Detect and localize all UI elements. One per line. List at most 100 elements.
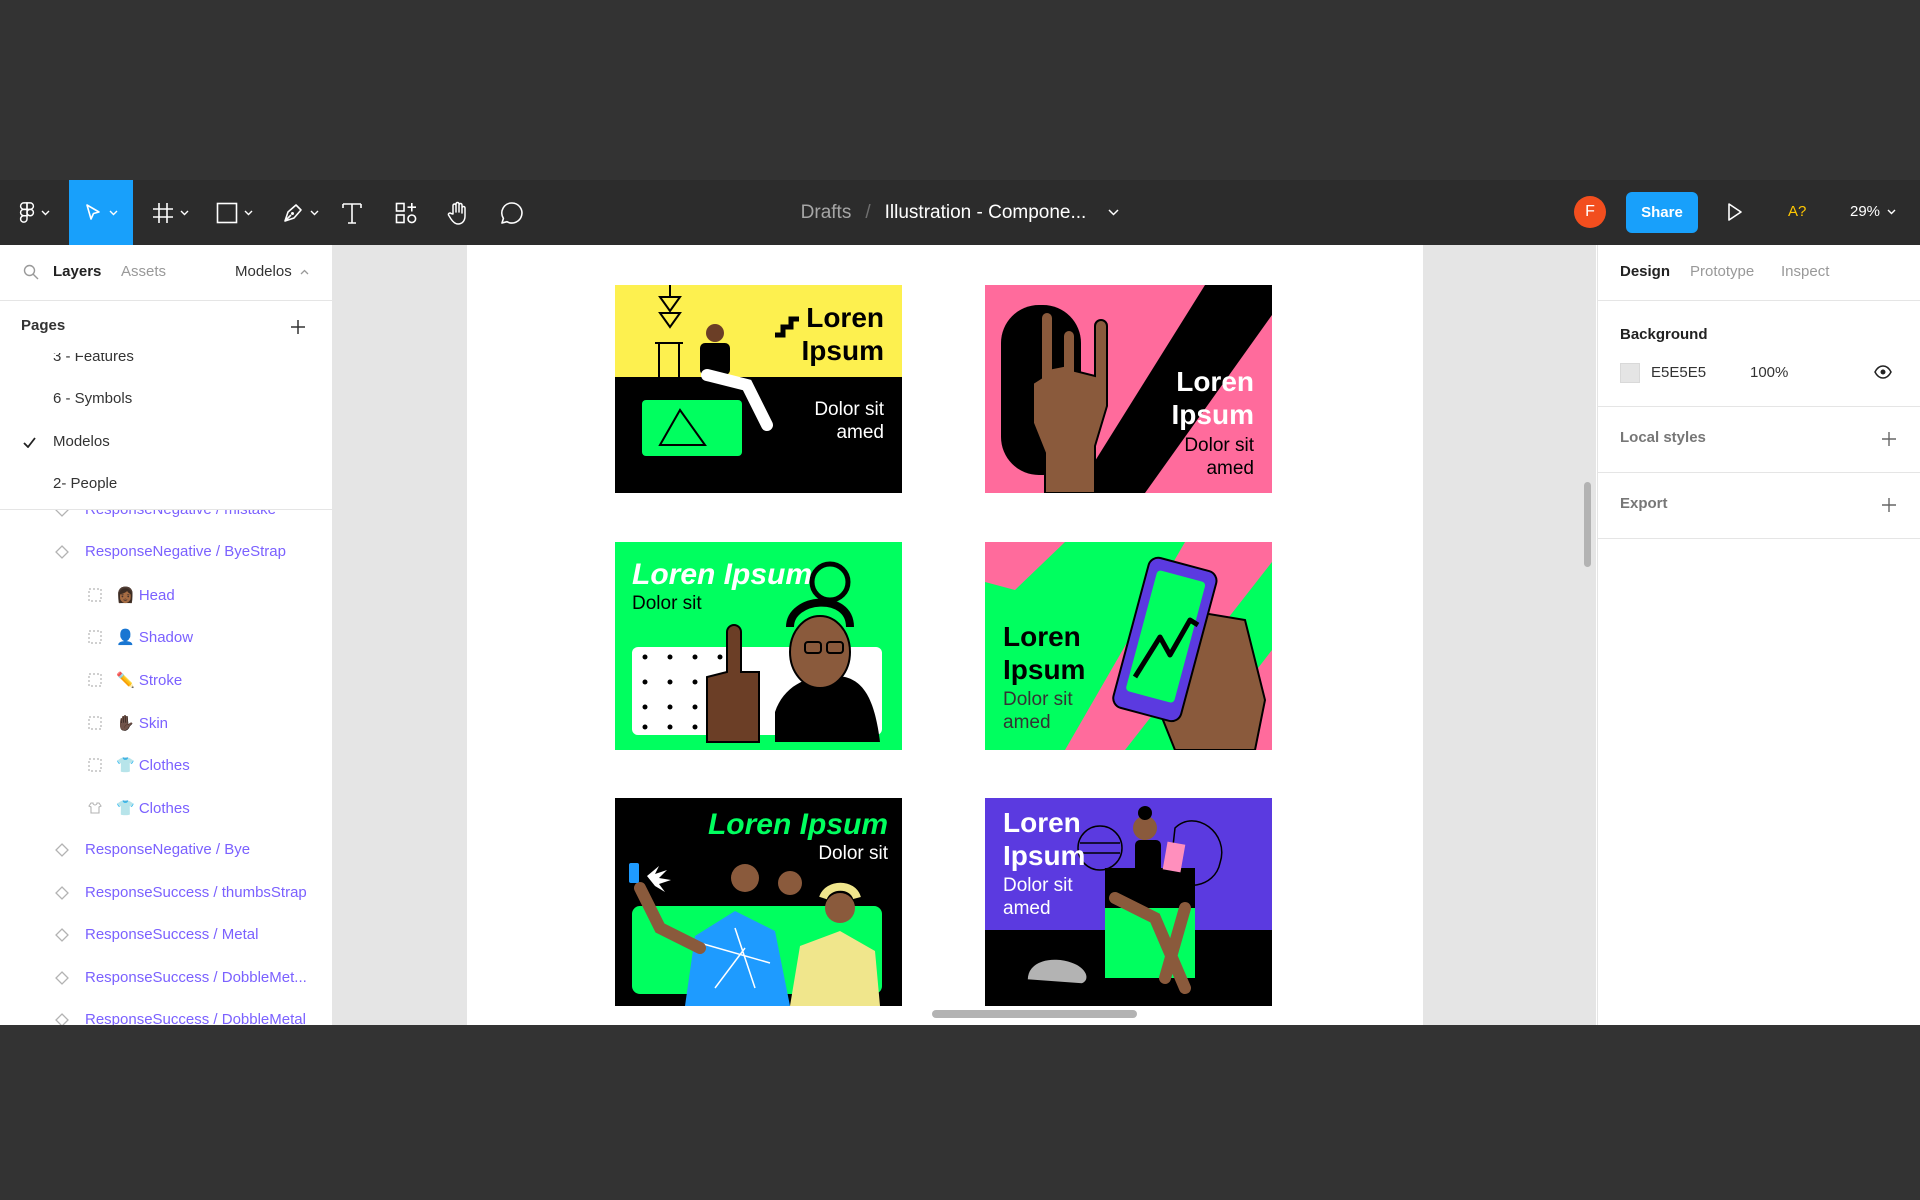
eye-icon[interactable] <box>1874 365 1892 379</box>
layer-label: ResponseNegative / Bye <box>85 841 251 858</box>
left-panel: Layers Assets Modelos Pages 3 - Features… <box>0 245 333 1025</box>
tab-assets[interactable]: Assets <box>121 263 166 280</box>
search-icon[interactable] <box>23 264 39 280</box>
card-subtitle: Dolor sit <box>632 593 702 614</box>
chevron-up-icon[interactable] <box>300 269 309 275</box>
page-item-people[interactable]: 2- People <box>53 475 117 492</box>
local-styles-section: Local styles <box>1598 407 1920 473</box>
layer-label: ✋🏿 Skin <box>116 715 169 732</box>
tab-layers[interactable]: Layers <box>53 263 101 280</box>
tab-design[interactable]: Design <box>1620 263 1670 280</box>
card-workspace[interactable]: Loren Ipsum Dolor sit amed <box>615 285 902 493</box>
current-page-selector[interactable]: Modelos <box>235 263 292 280</box>
card-subtitle: Dolor sit amed <box>1003 875 1073 919</box>
shape-tool-button[interactable] <box>204 180 264 245</box>
layer-row[interactable]: ✋🏿 Skin <box>0 703 332 743</box>
hand-tool-button[interactable] <box>440 180 476 245</box>
component-set-icon <box>55 886 69 900</box>
layer-row[interactable]: ResponseSuccess / Metal <box>0 915 332 955</box>
zoom-menu[interactable]: 29% <box>1850 200 1896 224</box>
add-style-icon[interactable] <box>1881 431 1897 447</box>
chevron-down-icon <box>180 210 188 215</box>
pages-list: 3 - Features 6 - Symbols Modelos 2- Peop… <box>0 353 332 510</box>
layer-row[interactable]: 👕 Clothes <box>0 788 332 828</box>
share-button[interactable]: Share <box>1626 192 1698 233</box>
pages-title: Pages <box>21 317 66 334</box>
breadcrumb-drafts[interactable]: Drafts <box>801 202 852 224</box>
variant-icon <box>88 630 102 644</box>
add-export-icon[interactable] <box>1881 497 1897 513</box>
layer-label: ResponseNegative / mistake <box>85 510 276 518</box>
layer-row[interactable]: 👩🏾 Head <box>0 575 332 615</box>
pen-icon <box>283 203 302 222</box>
text-tool-button[interactable] <box>334 180 370 245</box>
page-item-features[interactable]: 3 - Features <box>53 353 134 365</box>
card-selfie-group[interactable]: Loren Ipsum Dolor sit <box>615 798 902 1006</box>
user-avatar[interactable]: F <box>1574 196 1606 228</box>
card-phone-growth[interactable]: Loren Ipsum Dolor sit amed <box>985 542 1272 750</box>
vertical-scrollbar[interactable] <box>1584 482 1591 567</box>
comment-tool-button[interactable] <box>492 180 532 245</box>
layer-row[interactable]: ✏️ Stroke <box>0 660 332 700</box>
layer-row[interactable]: 👤 Shadow <box>0 617 332 657</box>
layer-row[interactable]: ResponseSuccess / thumbsStrap <box>0 873 332 913</box>
figma-logo-icon <box>19 201 34 223</box>
add-page-icon[interactable] <box>290 319 306 335</box>
frame-tool-button[interactable] <box>140 180 200 245</box>
background-hex-input[interactable]: E5E5E5 <box>1651 364 1706 381</box>
layer-row[interactable]: ResponseNegative / mistake <box>0 510 332 530</box>
pages-header: Pages <box>0 301 332 353</box>
card-subtitle: Dolor sit amed <box>814 399 884 443</box>
variant-icon <box>88 716 102 730</box>
chevron-down-icon <box>244 210 252 215</box>
layer-label: ResponseSuccess / Metal <box>85 926 259 943</box>
layers-list: ResponseNegative / mistake ResponseNegat… <box>0 510 332 1025</box>
background-opacity-input[interactable]: 100% <box>1750 364 1788 381</box>
layer-row[interactable]: ResponseSuccess / DobbleMet... <box>0 958 332 998</box>
card-title: Loren Ipsum <box>632 558 813 591</box>
export-section: Export <box>1598 473 1920 539</box>
move-tool-button[interactable] <box>69 180 133 245</box>
layer-row[interactable]: ResponseNegative / Bye <box>0 830 332 870</box>
card-thumbs-up[interactable]: Loren Ipsum Dolor sit <box>615 542 902 750</box>
variant-icon <box>88 673 102 687</box>
layer-label: 👕 Clothes <box>116 757 190 774</box>
variant-icon <box>88 758 102 772</box>
layer-label: 👩🏾 Head <box>116 587 175 604</box>
layer-row[interactable]: ResponseNegative / ByeStrap <box>0 532 332 572</box>
card-title: Loren Ipsum <box>801 302 884 366</box>
background-title: Background <box>1620 326 1708 343</box>
accessibility-check[interactable]: A? <box>1788 200 1806 224</box>
layer-row[interactable]: 👕 Clothes <box>0 745 332 785</box>
page-item-symbols[interactable]: 6 - Symbols <box>53 390 132 407</box>
hash-frame-icon <box>152 202 173 223</box>
chevron-down-icon <box>1108 209 1119 216</box>
page-item-modelos[interactable]: Modelos <box>53 433 110 450</box>
card-reading[interactable]: Loren Ipsum Dolor sit amed <box>985 798 1272 1006</box>
export-title: Export <box>1620 495 1668 512</box>
right-panel: Design Prototype Inspect Background E5E5… <box>1597 245 1920 1025</box>
card-title: Loren Ipsum <box>707 808 888 841</box>
canvas[interactable]: Loren Ipsum Dolor sit amed Loren Ipsum D… <box>333 245 1596 1025</box>
pen-tool-button[interactable] <box>268 180 332 245</box>
figma-window: Drafts / Illustration - Compone... F Sha… <box>0 180 1920 1025</box>
horizontal-scrollbar[interactable] <box>932 1010 1137 1018</box>
chevron-down-icon <box>109 210 117 215</box>
file-menu-chevron[interactable] <box>1108 209 1119 216</box>
card-title: Loren Ipsum <box>1003 807 1086 871</box>
background-color-swatch[interactable] <box>1620 363 1640 383</box>
layer-label: ResponseSuccess / DobbleMetal <box>85 1011 306 1025</box>
resources-tool-button[interactable] <box>386 180 426 245</box>
card-rock-hand[interactable]: Loren Ipsum Dolor sit amed <box>985 285 1272 493</box>
layer-row[interactable]: ResponseSuccess / DobbleMetal <box>0 1000 332 1025</box>
card-subtitle: Dolor sit amed <box>1184 435 1254 479</box>
layer-label: ResponseNegative / ByeStrap <box>85 543 286 560</box>
layer-label: ResponseSuccess / DobbleMet... <box>85 969 307 986</box>
tab-inspect[interactable]: Inspect <box>1781 263 1829 280</box>
main-menu-button[interactable] <box>0 180 68 245</box>
tab-prototype[interactable]: Prototype <box>1690 263 1754 280</box>
chevron-down-icon <box>41 210 49 215</box>
file-name[interactable]: Illustration - Compone... <box>885 202 1087 224</box>
present-button[interactable] <box>1726 200 1744 229</box>
modelos-frame[interactable]: Loren Ipsum Dolor sit amed Loren Ipsum D… <box>467 245 1423 1025</box>
